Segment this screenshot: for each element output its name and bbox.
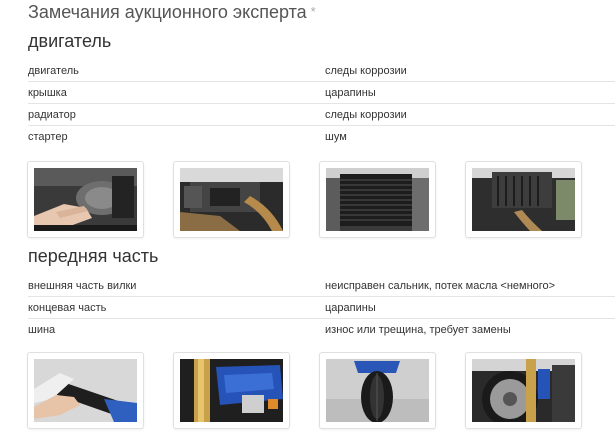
section-title-front: передняя часть [28, 246, 159, 266]
remark-issue: шум [325, 131, 347, 143]
remark-part: двигатель [28, 64, 79, 77]
remark-part: внешняя часть вилки [28, 279, 137, 292]
front-tire-photo[interactable] [319, 352, 436, 429]
table-row: стартер шум [28, 126, 615, 148]
engine-block-photo[interactable] [465, 161, 582, 238]
remark-part: стартер [28, 131, 68, 143]
remark-issue: износ или трещина, требует замены [325, 324, 511, 336]
remark-issue: царапины [325, 86, 376, 99]
engine-cover-hand-photo[interactable] [27, 161, 144, 238]
page-title: Замечания аукционного эксперта * [28, 2, 316, 23]
remark-part: радиатор [28, 108, 76, 121]
remarks-table-engine: двигатель следы коррозии крышка царапины… [28, 60, 615, 148]
handlebar-end-photo[interactable] [27, 352, 144, 429]
photo-strip-front [27, 352, 611, 429]
exhaust-underside-photo[interactable] [173, 161, 290, 238]
remark-issue: следы коррозии [325, 64, 407, 77]
table-row: двигатель следы коррозии [28, 60, 615, 82]
remark-issue: царапины [325, 301, 376, 314]
remarks-table-front: внешняя часть вилки неисправен сальник, … [28, 275, 615, 341]
front-wheel-fork-photo[interactable] [465, 352, 582, 429]
remark-part: крышка [28, 86, 67, 99]
section-title-engine: двигатель [28, 31, 112, 51]
page-title-text: Замечания аукционного эксперта [28, 2, 307, 22]
asterisk-mark: * [310, 4, 316, 19]
photo-strip-engine [27, 161, 611, 238]
table-row: внешняя часть вилки неисправен сальник, … [28, 275, 615, 297]
table-row: радиатор следы коррозии [28, 104, 615, 126]
table-row: крышка царапины [28, 82, 615, 104]
remark-issue: следы коррозии [325, 108, 407, 121]
table-row: шина износ или трещина, требует замены [28, 319, 615, 341]
table-row: концевая часть царапины [28, 297, 615, 319]
radiator-photo[interactable] [319, 161, 436, 238]
fork-blue-photo[interactable] [173, 352, 290, 429]
remark-issue: неисправен сальник, потек масла <немного… [325, 279, 556, 292]
remark-part: шина [28, 324, 56, 336]
remark-part: концевая часть [28, 301, 107, 314]
